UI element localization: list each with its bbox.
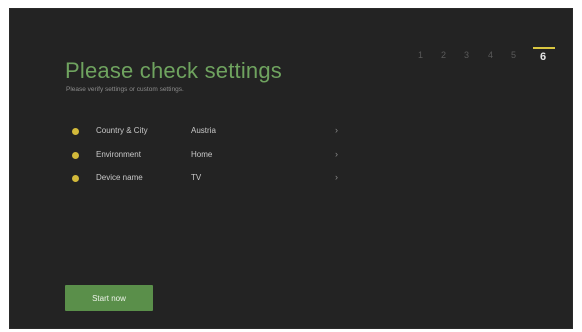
setting-value: Austria	[191, 126, 216, 135]
step-indicator: 2	[441, 50, 447, 60]
setting-row-country-city[interactable]: Country & City Austria ›	[72, 125, 352, 139]
step-indicator: 5	[511, 50, 517, 60]
start-now-button[interactable]: Start now	[65, 285, 153, 311]
tv-setup-screen: Please check settings Please verify sett…	[9, 8, 573, 329]
setting-value: Home	[191, 150, 213, 159]
setup-stepper: 1 2 3 4 5 6	[406, 47, 556, 69]
page-title: Please check settings	[65, 58, 282, 83]
setting-label: Device name	[96, 173, 143, 182]
step-indicator: 3	[464, 50, 470, 60]
chevron-right-icon: ›	[335, 149, 338, 159]
setting-label: Environment	[96, 150, 141, 159]
chevron-right-icon: ›	[335, 125, 338, 135]
status-dot-icon	[72, 152, 79, 159]
setting-row-device-name[interactable]: Device name TV ›	[72, 172, 352, 186]
step-indicator: 1	[418, 50, 424, 60]
current-step-indicator: 6	[540, 51, 547, 63]
status-dot-icon	[72, 175, 79, 182]
setting-row-environment[interactable]: Environment Home ›	[72, 149, 352, 163]
status-dot-icon	[72, 128, 79, 135]
setting-value: TV	[191, 173, 202, 182]
current-step-marker	[533, 47, 555, 49]
step-indicator: 4	[488, 50, 494, 60]
setting-label: Country & City	[96, 126, 148, 135]
chevron-right-icon: ›	[335, 172, 338, 182]
page-subtitle: Please verify settings or custom setting…	[66, 86, 184, 93]
